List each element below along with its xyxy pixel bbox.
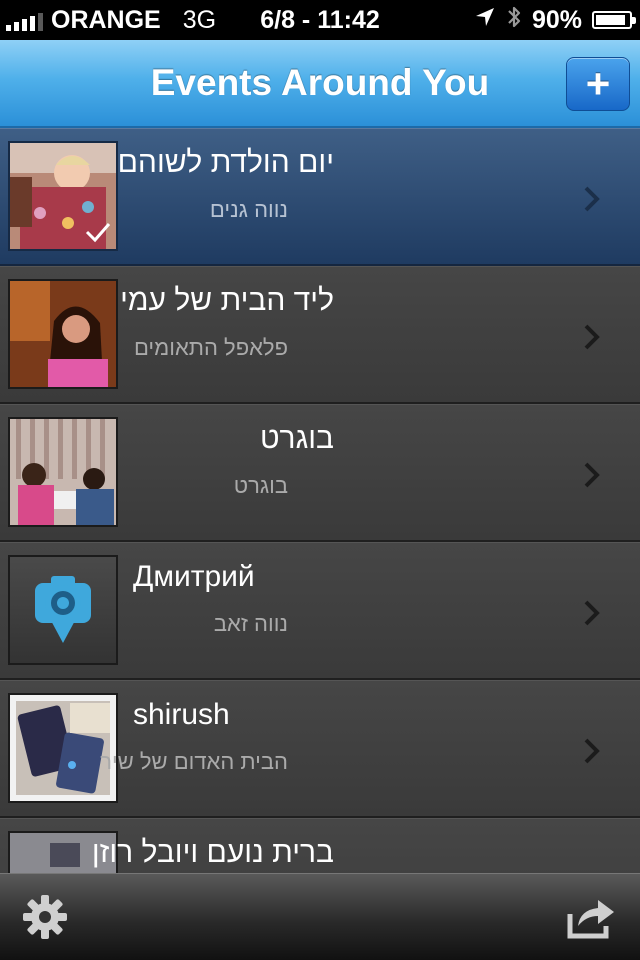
camera-pin-logo-icon xyxy=(35,576,91,643)
bottom-toolbar xyxy=(0,873,640,960)
chevron-right-icon xyxy=(584,324,600,350)
event-row[interactable]: בוגרט בוגרט xyxy=(0,404,640,542)
chevron-right-icon xyxy=(584,462,600,488)
event-location: פלאפל התאומים xyxy=(133,335,288,360)
share-icon xyxy=(567,900,614,939)
event-row[interactable]: ברית נועם ויובל רוזן xyxy=(0,818,640,873)
chevron-right-icon xyxy=(584,186,600,212)
page-title: Events Around You xyxy=(150,62,490,103)
event-row[interactable]: ליד הבית של עמי פלאפל התאומים xyxy=(0,266,640,404)
status-bar: ORANGE 3G 6/8 - 11:42 90% xyxy=(0,0,640,40)
event-location: הבית האדום של שיר xyxy=(100,749,288,774)
event-thumbnail xyxy=(8,555,118,665)
event-location: נווה זאב xyxy=(213,611,288,636)
event-row[interactable]: Дмитрий נווה זאב xyxy=(0,542,640,680)
events-list[interactable]: יום הולדת לשוהם נווה גנים ליד הבית של עמ… xyxy=(0,128,640,873)
event-title: יום הולדת לשוהם xyxy=(117,146,334,179)
event-title: בוגרט xyxy=(259,422,334,455)
event-location: נווה גנים xyxy=(209,197,288,222)
event-thumbnail xyxy=(8,417,118,527)
event-row[interactable]: shirush הבית האדום של שיר xyxy=(0,680,640,818)
bluetooth-icon xyxy=(506,4,522,37)
add-event-button[interactable]: + xyxy=(566,57,630,111)
event-title: shirush xyxy=(133,698,230,731)
navigation-bar: Events Around You + xyxy=(0,40,640,128)
event-title: Дмитрий xyxy=(133,560,255,593)
gear-icon xyxy=(23,895,67,939)
event-thumbnail xyxy=(8,141,118,251)
event-location: בוגרט xyxy=(233,473,288,498)
chevron-right-icon xyxy=(584,600,600,626)
event-title: ברית נועם ויובל רוזן xyxy=(91,836,334,869)
location-arrow-icon xyxy=(474,6,496,35)
event-row[interactable]: יום הולדת לשוהם נווה גנים xyxy=(0,128,640,266)
settings-button[interactable] xyxy=(22,894,68,940)
event-title: ליד הבית של עמי xyxy=(120,284,334,317)
share-button[interactable] xyxy=(566,896,618,940)
chevron-right-icon xyxy=(584,738,600,764)
event-thumbnail xyxy=(8,279,118,389)
battery-percent: 90% xyxy=(531,5,582,34)
plus-icon: + xyxy=(585,60,611,107)
battery-icon xyxy=(592,11,636,29)
checkmark-icon xyxy=(85,223,111,243)
